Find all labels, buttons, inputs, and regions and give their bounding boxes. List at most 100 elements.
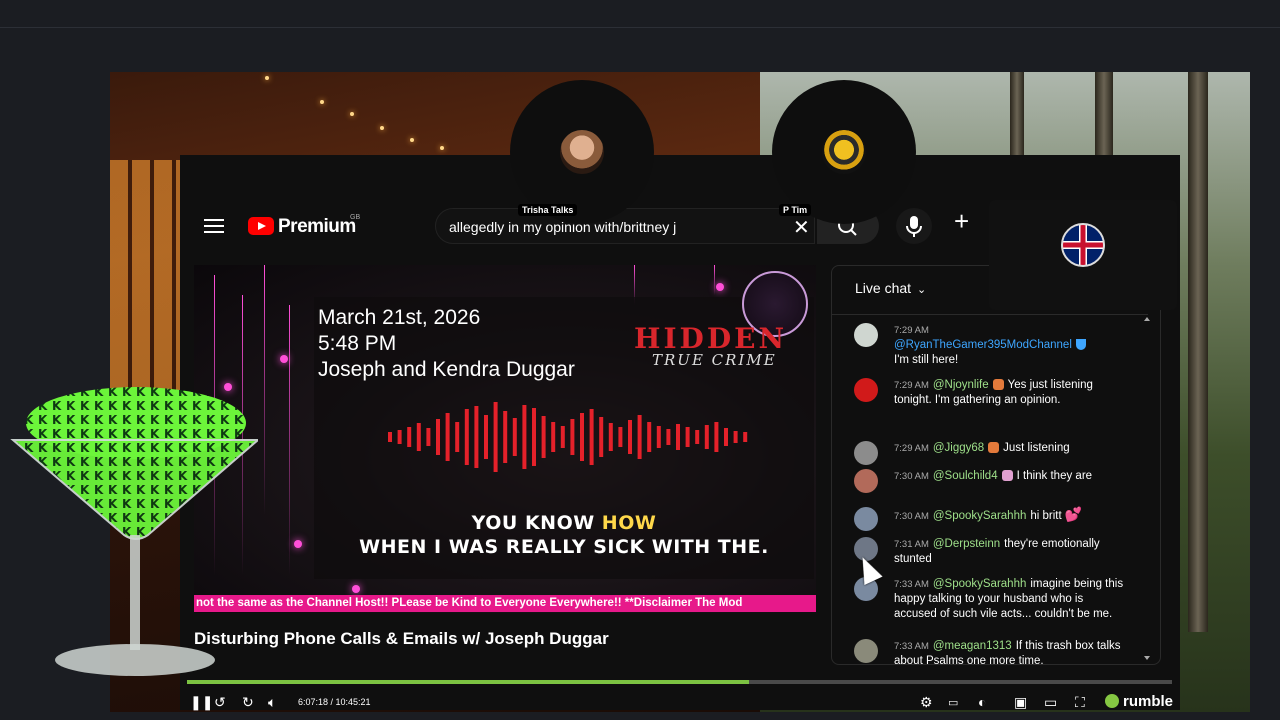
chat-author[interactable]: @SpookySarahhh	[933, 578, 1027, 590]
chat-scrollbar[interactable]	[1144, 316, 1150, 661]
live-chat-dropdown[interactable]: Live chat ⌄	[855, 280, 926, 296]
live-chat-label: Live chat	[855, 280, 912, 296]
waveform-bar	[455, 422, 460, 452]
waveform-bar	[724, 428, 728, 446]
waveform-bar	[695, 430, 700, 444]
chat-message-text: 7:29 AM @Jiggy68 Just listening	[894, 441, 1124, 456]
chat-timestamp: 7:31 AM	[894, 539, 929, 550]
participant-cam-1[interactable]	[510, 80, 654, 224]
live-chat-panel: Live chat ⌄ 7:29 AM @RyanTheGamer395ModCh…	[831, 265, 1161, 665]
pause-icon[interactable]: ❚❚	[190, 694, 213, 711]
playback-time: 6:07:18 / 10:45:21	[298, 697, 371, 707]
waveform-bar	[532, 408, 536, 466]
chat-body-text: I'm still here!	[894, 354, 959, 366]
top-divider	[0, 27, 1280, 28]
waveform-bar	[407, 427, 412, 447]
chat-author[interactable]: @RyanTheGamer395ModChannel	[894, 339, 1072, 351]
participant-cam-2[interactable]	[772, 80, 916, 224]
search-input[interactable]: allegedly in my opinion with/brittney j …	[435, 208, 815, 244]
clear-search-icon[interactable]: ✕	[793, 215, 810, 240]
waveform-bar	[676, 424, 680, 450]
menu-icon[interactable]	[204, 219, 224, 233]
cast-icon[interactable]: ◐	[978, 694, 986, 710]
waveform-bar	[541, 416, 546, 458]
waveform-bar	[426, 428, 431, 446]
video-date-block: March 21st, 2026 5:48 PM Joseph and Kend…	[318, 305, 575, 383]
screen: Premium GB allegedly in my opinion with/…	[0, 0, 1280, 720]
chat-timestamp: 7:29 AM	[894, 325, 929, 336]
waveform-bar	[570, 419, 575, 455]
chat-author[interactable]: @Njoynlife	[933, 379, 989, 391]
chat-message-text: 7:29 AM @Njoynlife Yes just listening toni…	[894, 378, 1124, 408]
voice-search-button[interactable]	[896, 208, 932, 244]
participant-avatar	[560, 130, 604, 174]
waveform-bar	[522, 405, 527, 469]
member-badge-icon	[1001, 470, 1013, 482]
waveform-bar	[714, 422, 719, 452]
video-subject: Joseph and Kendra Duggar	[318, 358, 575, 381]
waveform-bar	[464, 409, 469, 465]
member-badge-icon	[992, 379, 1004, 391]
waveform-bar	[580, 413, 584, 461]
waveform-bar	[733, 431, 738, 443]
participant-name: P Tim	[779, 204, 812, 216]
chat-author[interactable]: @meagan1313	[933, 640, 1012, 652]
chat-avatar[interactable]	[854, 469, 878, 493]
chat-avatar[interactable]	[854, 441, 878, 465]
chat-author[interactable]: @Jiggy68	[933, 442, 984, 454]
chat-message-text: 7:30 AM @SpookySarahhh hi britt 💕	[894, 507, 1124, 524]
waveform-bar	[599, 417, 604, 457]
premium-label[interactable]: Premium	[278, 216, 356, 238]
waveform-bar	[704, 425, 709, 449]
participant-cam-3[interactable]	[989, 200, 1177, 310]
chat-author[interactable]: @Soulchild4	[933, 470, 998, 482]
caption-highlight: HOW	[601, 512, 657, 534]
chat-avatar[interactable]	[854, 507, 878, 531]
chat-message-text: 7:30 AM @Soulchild4 I think they are	[894, 469, 1124, 484]
waveform-bar	[436, 419, 440, 455]
chat-timestamp: 7:33 AM	[894, 641, 929, 652]
chat-timestamp: 7:33 AM	[894, 579, 929, 590]
waveform-bar	[743, 432, 748, 442]
chat-timestamp: 7:30 AM	[894, 511, 929, 522]
chevron-down-icon: ⌄	[916, 284, 927, 296]
heart-emoji-icon: 💕	[1064, 506, 1083, 522]
rewind-icon[interactable]: ↺	[214, 694, 226, 711]
waveform-bar	[551, 422, 556, 452]
fullscreen-icon[interactable]: ⛶	[1075, 694, 1085, 711]
chat-message-text: 7:33 AM @SpookySarahhh imagine being this …	[894, 577, 1124, 622]
waveform-bar	[685, 427, 690, 447]
player-controls: ❚❚ ↺ ↻ 🔈︎ 6:07:18 / 10:45:21 ⚙ ▭ ◐ ▣ ▭ ⛶…	[180, 688, 1180, 716]
member-badge-icon	[988, 442, 1000, 454]
forward-icon[interactable]: ↻	[242, 694, 254, 711]
waveform-bar	[493, 402, 498, 472]
waveform-bar	[416, 423, 421, 451]
settings-gear-icon[interactable]: ⚙	[920, 694, 933, 711]
chat-message-text: 7:31 AM @Derpsteinn they're emotionally st…	[894, 537, 1124, 567]
theater-mode-icon[interactable]: ▭	[1044, 694, 1057, 711]
chat-message-list[interactable]: 7:29 AM @RyanTheGamer395ModChannel I'm sti…	[832, 314, 1148, 664]
audio-waveform	[388, 402, 748, 472]
create-plus-icon[interactable]: +	[954, 206, 969, 237]
waveform-bar	[474, 406, 479, 468]
waveform-bar	[589, 409, 594, 465]
chat-body-text: hi britt	[1030, 510, 1062, 522]
microphone-icon	[906, 216, 922, 237]
chat-author[interactable]: @SpookySarahhh	[933, 510, 1027, 522]
chat-author[interactable]: @Derpsteinn	[933, 538, 1000, 550]
playback-progress-bar[interactable]	[187, 680, 1172, 684]
volume-icon[interactable]: 🔈︎	[268, 694, 276, 711]
video-player[interactable]: March 21st, 2026 5:48 PM Joseph and Kend…	[194, 265, 816, 613]
chat-avatar[interactable]	[854, 378, 878, 402]
chat-message-text: 7:33 AM @meagan1313 If this trash box talk…	[894, 639, 1124, 664]
waveform-bar	[560, 426, 565, 448]
tree-trunk	[1188, 72, 1208, 632]
chat-avatar[interactable]	[854, 639, 878, 663]
chat-message-text: 7:29 AM @RyanTheGamer395ModChannel I'm sti…	[894, 323, 1124, 368]
chat-avatar[interactable]	[854, 323, 878, 347]
rumble-logo[interactable]: rumble	[1105, 693, 1173, 710]
pip-icon[interactable]: ▣	[1014, 694, 1027, 711]
captions-icon[interactable]: ▭	[948, 696, 958, 709]
youtube-logo-icon[interactable]	[248, 217, 274, 235]
chat-body-text: Just listening	[1003, 442, 1070, 454]
